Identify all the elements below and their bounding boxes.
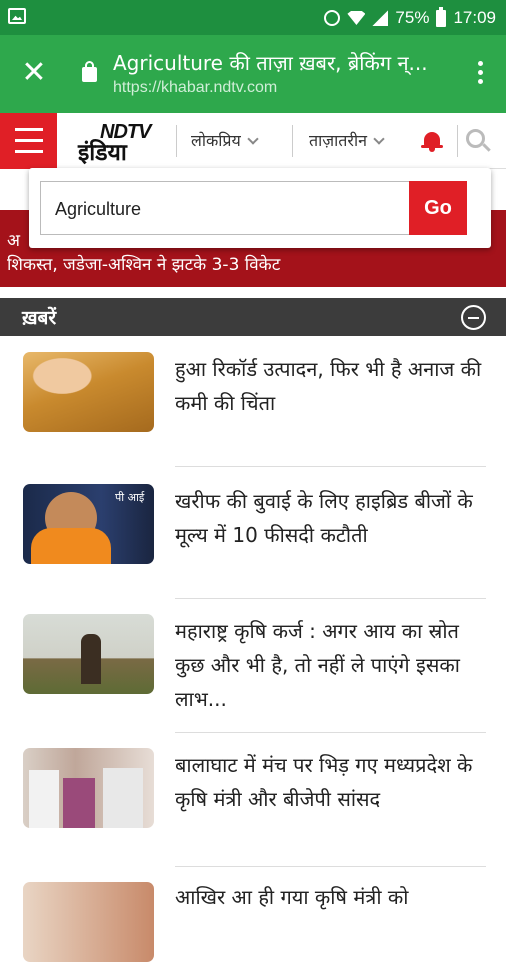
news-headline[interactable]: बालाघाट में मंच पर भिड़ गए मध्यप्रदेश के… (175, 748, 485, 816)
news-headline[interactable]: खरीफ की बुवाई के लिए हाइब्रिड बीजों के म… (175, 484, 485, 552)
site-header: NDTV इंडिया लोकप्रिय ताज़ातरीन (0, 113, 506, 169)
page-url[interactable]: https://khabar.ndtv.com (113, 79, 277, 97)
news-thumbnail[interactable] (23, 614, 154, 694)
divider (176, 125, 177, 157)
news-headline[interactable]: महाराष्ट्र कृषि कर्ज : अगर आय का स्रोत क… (175, 614, 485, 716)
search-input[interactable]: Agriculture (40, 181, 410, 235)
section-title: ख़बरें (22, 307, 57, 329)
news-thumbnail[interactable]: पी आई (23, 484, 154, 564)
alarm-icon (324, 10, 341, 26)
thumbnail-caption: पी आई (115, 491, 145, 504)
collapse-icon[interactable] (461, 305, 486, 330)
go-button[interactable]: Go (409, 181, 467, 235)
ndtv-india-logo[interactable]: NDTV इंडिया (78, 121, 162, 166)
logo-india-text: इंडिया (78, 140, 127, 166)
news-headline[interactable]: आखिर आ ही गया कृषि मंत्री को (175, 880, 485, 914)
battery-icon (436, 6, 447, 27)
section-header: ख़बरें (0, 298, 506, 336)
clock: 17:09 (453, 8, 496, 27)
wifi-icon (347, 11, 366, 25)
news-thumbnail[interactable] (23, 352, 154, 432)
hamburger-menu-icon[interactable] (0, 113, 57, 169)
news-thumbnail[interactable] (23, 882, 154, 962)
divider (457, 125, 458, 157)
divider (292, 125, 293, 157)
status-bar: 75% 17:09 (0, 0, 506, 35)
chevron-down-icon (247, 133, 259, 145)
page-title[interactable]: Agriculture की ताज़ा ख़बर, ब्रेकिंग न्..… (113, 49, 443, 76)
nav-latest-label: ताज़ातरीन (309, 131, 367, 150)
browser-toolbar: ✕ Agriculture की ताज़ा ख़बर, ब्रेकिंग न्… (0, 35, 506, 113)
notification-bell-icon[interactable] (421, 129, 443, 152)
lock-icon (82, 61, 97, 82)
battery-percent: 75% (395, 8, 430, 27)
nav-popular-label: लोकप्रिय (191, 131, 241, 150)
breaking-news-fragment: अ (7, 231, 20, 251)
nav-latest[interactable]: ताज़ातरीन (309, 129, 385, 151)
close-icon[interactable]: ✕ (18, 57, 50, 89)
news-thumbnail[interactable] (23, 748, 154, 828)
search-dropdown: Agriculture Go (29, 168, 491, 248)
news-headline[interactable]: हुआ रिकॉर्ड उत्पादन, फिर भी है अनाज की क… (175, 352, 485, 420)
signal-icon (372, 10, 389, 26)
overflow-menu-icon[interactable] (478, 61, 484, 87)
breaking-news-text: शिकस्त, जडेजा-अश्विन ने झटके 3-3 विकेट (7, 255, 281, 275)
search-icon[interactable] (466, 129, 491, 153)
gallery-icon (8, 8, 26, 24)
status-icons: 75% 17:09 (324, 6, 496, 30)
chevron-down-icon (373, 133, 385, 145)
divider (175, 732, 486, 733)
divider (175, 466, 486, 467)
nav-popular[interactable]: लोकप्रिय (191, 129, 259, 151)
divider (175, 598, 486, 599)
divider (175, 866, 486, 867)
